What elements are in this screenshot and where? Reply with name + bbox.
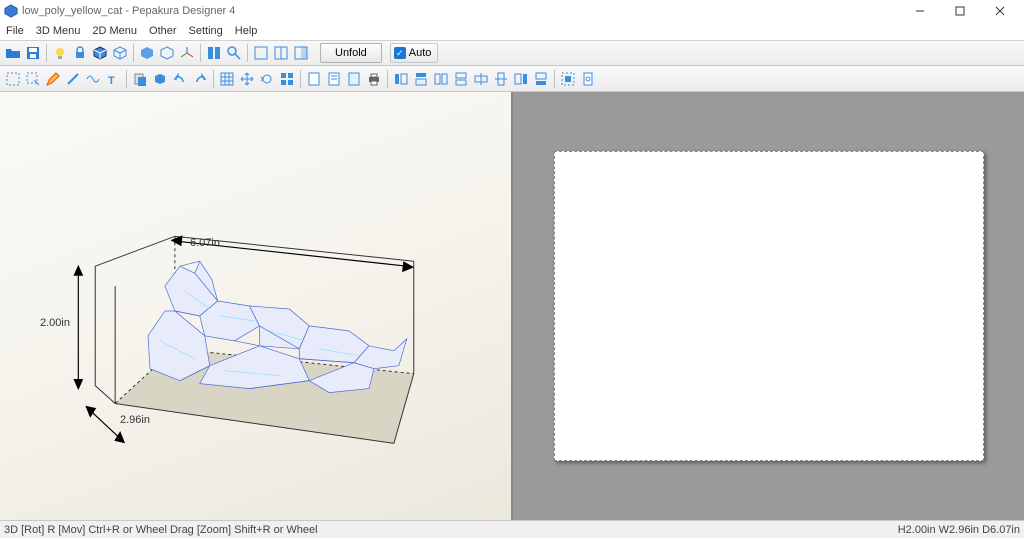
search-icon[interactable] — [225, 44, 243, 62]
2d-viewport[interactable] — [513, 92, 1024, 520]
redo-icon[interactable] — [191, 70, 209, 88]
auto-checkbox[interactable]: ✓ Auto — [390, 43, 439, 63]
align5-icon[interactable] — [472, 70, 490, 88]
doc2-icon[interactable] — [325, 70, 343, 88]
paper-sheet — [554, 151, 984, 461]
wave-icon[interactable] — [84, 70, 102, 88]
select-icon[interactable] — [4, 70, 22, 88]
zoom-page-icon[interactable] — [579, 70, 597, 88]
pencil-icon[interactable] — [44, 70, 62, 88]
cube-small-icon[interactable] — [151, 70, 169, 88]
doc1-icon[interactable] — [305, 70, 323, 88]
axes-icon[interactable] — [178, 44, 196, 62]
window-split-icon[interactable] — [272, 44, 290, 62]
menu-2d[interactable]: 2D Menu — [92, 25, 137, 37]
select-arrow-icon[interactable] — [24, 70, 42, 88]
statusbar: 3D [Rot] R [Mov] Ctrl+R or Wheel Drag [Z… — [0, 520, 1024, 538]
align8-icon[interactable] — [532, 70, 550, 88]
3d-scene — [0, 92, 511, 520]
menu-file[interactable]: File — [6, 25, 24, 37]
text-icon[interactable]: T — [104, 70, 122, 88]
open-icon[interactable] — [4, 44, 22, 62]
cube-outline-icon[interactable] — [158, 44, 176, 62]
doc3-icon[interactable] — [345, 70, 363, 88]
dim-width: 6.07in — [190, 237, 220, 249]
toolbar-2: T — [0, 66, 1024, 92]
split-v-icon[interactable] — [205, 44, 223, 62]
minimize-button[interactable] — [900, 0, 940, 22]
unfold-button[interactable]: Unfold — [320, 43, 382, 63]
window-right-icon[interactable] — [292, 44, 310, 62]
check-icon: ✓ — [394, 47, 406, 59]
menubar: File 3D Menu 2D Menu Other Setting Help — [0, 22, 1024, 40]
rotate-icon[interactable] — [258, 70, 276, 88]
undo-icon[interactable] — [171, 70, 189, 88]
menu-setting[interactable]: Setting — [189, 25, 223, 37]
cube2-icon[interactable] — [111, 44, 129, 62]
grid-icon[interactable] — [218, 70, 236, 88]
align3-icon[interactable] — [432, 70, 450, 88]
arrows-icon[interactable] — [238, 70, 256, 88]
dim-depth: 2.96in — [120, 414, 150, 426]
close-button[interactable] — [980, 0, 1020, 22]
toolbar-1: Unfold ✓ Auto — [0, 40, 1024, 66]
3d-viewport[interactable]: 2.00in 2.96in 6.07in — [0, 92, 513, 520]
svg-text:T: T — [108, 75, 115, 87]
titlebar: low_poly_yellow_cat - Pepakura Designer … — [0, 0, 1024, 22]
status-right: H2.00in W2.96in D6.07in — [898, 524, 1020, 536]
line-icon[interactable] — [64, 70, 82, 88]
align6-icon[interactable] — [492, 70, 510, 88]
print-icon[interactable] — [365, 70, 383, 88]
align4-icon[interactable] — [452, 70, 470, 88]
paste-icon[interactable] — [131, 70, 149, 88]
workspace: 2.00in 2.96in 6.07in — [0, 92, 1024, 520]
app-icon — [4, 4, 18, 18]
auto-label: Auto — [409, 47, 432, 59]
cube3-icon[interactable] — [138, 44, 156, 62]
zoom-fit-icon[interactable] — [559, 70, 577, 88]
window-title: low_poly_yellow_cat - Pepakura Designer … — [22, 5, 900, 17]
align1-icon[interactable] — [392, 70, 410, 88]
align7-icon[interactable] — [512, 70, 530, 88]
dim-height: 2.00in — [40, 317, 70, 329]
maximize-button[interactable] — [940, 0, 980, 22]
lock-icon[interactable] — [71, 44, 89, 62]
menu-other[interactable]: Other — [149, 25, 177, 37]
save-icon[interactable] — [24, 44, 42, 62]
menu-3d[interactable]: 3D Menu — [36, 25, 81, 37]
align2-icon[interactable] — [412, 70, 430, 88]
menu-help[interactable]: Help — [235, 25, 258, 37]
status-left: 3D [Rot] R [Mov] Ctrl+R or Wheel Drag [Z… — [4, 524, 898, 536]
cube-icon[interactable] — [91, 44, 109, 62]
bulb-icon[interactable] — [51, 44, 69, 62]
layout-icon[interactable] — [278, 70, 296, 88]
window-single-icon[interactable] — [252, 44, 270, 62]
